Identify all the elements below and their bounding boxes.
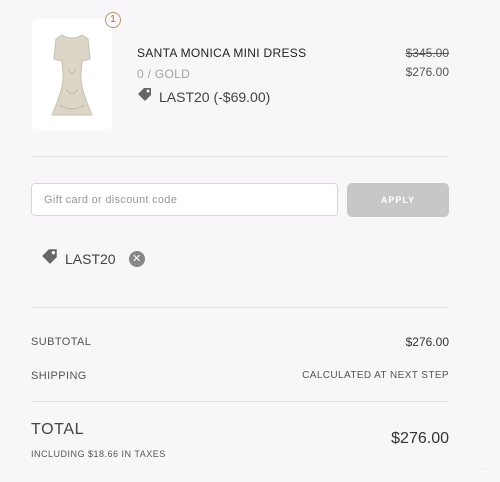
discount-code-input[interactable]: [31, 183, 338, 216]
apply-button[interactable]: APPLY: [347, 183, 449, 217]
total-value: $276.00: [391, 430, 449, 447]
divider: [31, 156, 449, 157]
quantity-badge: 1: [105, 12, 121, 28]
shipping-label: SHIPPING: [31, 370, 87, 382]
tax-note: INCLUDING $18.66 IN TAXES: [31, 449, 166, 459]
subtotal-value: $276.00: [405, 335, 449, 349]
current-price: $276.00: [405, 65, 449, 79]
subtotal-label: SUBTOTAL: [31, 336, 92, 348]
product-thumbnail: [32, 19, 112, 131]
remove-discount-button[interactable]: ✕: [128, 250, 145, 267]
original-price: $345.00: [405, 46, 449, 60]
product-name: SANTA MONICA MINI DRESS: [137, 46, 307, 60]
tag-icon: [137, 86, 153, 107]
product-variant: 0 / GOLD: [137, 67, 191, 81]
applied-discount-tag: LAST20 ✕: [41, 247, 145, 270]
product-discount: LAST20 (-$69.00): [137, 86, 270, 107]
applied-discount-label: LAST20: [65, 250, 116, 267]
total-label: TOTAL: [31, 421, 85, 438]
watermark: China2ea: [431, 463, 496, 480]
divider: [31, 401, 449, 402]
product-discount-label: LAST20 (-$69.00): [159, 88, 271, 105]
shipping-value: CALCULATED AT NEXT STEP: [302, 370, 449, 381]
tag-icon: [41, 247, 59, 270]
divider: [31, 307, 449, 308]
